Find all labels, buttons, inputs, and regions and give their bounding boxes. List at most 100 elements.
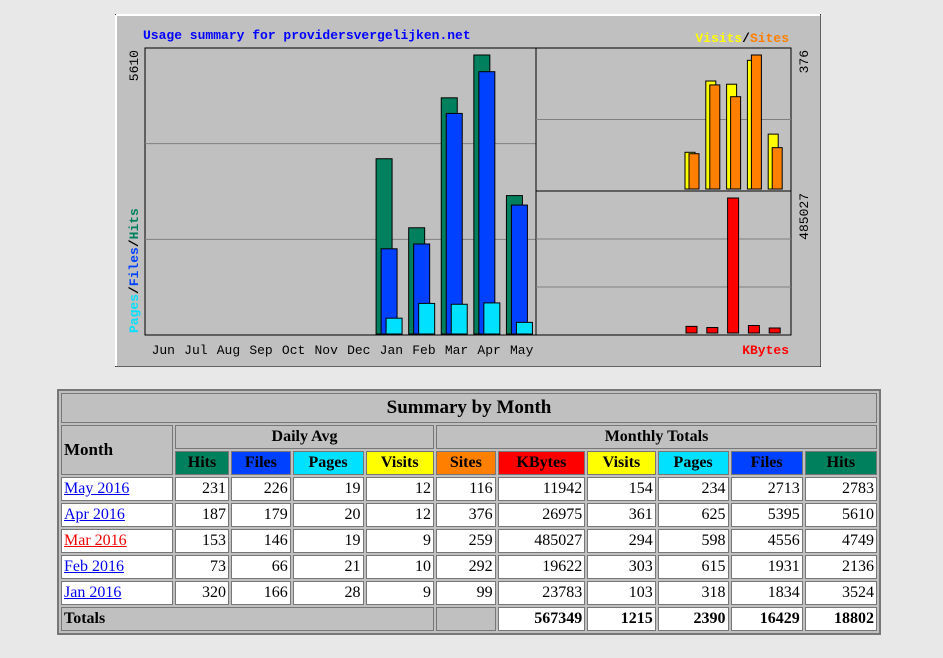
col-pages: Pages	[657, 451, 729, 475]
value-cell: 376	[436, 503, 496, 527]
value-cell: 19622	[497, 555, 586, 579]
legend-pages: Pages	[127, 294, 142, 333]
value-cell: 320	[174, 581, 230, 605]
col-kbytes: KBytes	[497, 451, 586, 475]
value-cell: 2713	[730, 477, 803, 501]
month-link[interactable]: Feb 2016	[64, 558, 124, 575]
value-cell: 20	[292, 503, 364, 527]
y-max-label-visits: 376	[797, 50, 812, 73]
legend-separator: /	[127, 239, 142, 247]
bar-sites-apr	[750, 54, 762, 190]
month-link[interactable]: Mar 2016	[64, 532, 127, 549]
value-cell: 166	[231, 581, 291, 605]
value-cell: 3524	[804, 581, 877, 605]
value-cell: 10	[365, 555, 434, 579]
value-cell: 292	[436, 555, 496, 579]
col-daily-visits: Visits	[365, 451, 434, 475]
value-cell: 1834	[730, 581, 803, 605]
bar-kbytes-feb	[706, 327, 719, 334]
value-cell: 179	[231, 503, 291, 527]
value-cell: 19	[292, 477, 364, 501]
col-daily-files: Files	[231, 451, 291, 475]
value-cell: 66	[231, 555, 291, 579]
summary-by-month-table: Summary by Month Month Daily Avg Monthly…	[57, 389, 881, 635]
col-files: Files	[730, 451, 803, 475]
col-daily-hits: Hits	[174, 451, 230, 475]
totals-row: Totals 567349 1215 2390 16429 18802	[61, 607, 877, 631]
table-row: Jan 2016 320 166 28 9 99 23783 103 318 1834 3524	[61, 581, 877, 605]
x-tick-feb: Feb	[412, 343, 435, 358]
value-cell: 153	[174, 529, 230, 553]
legend-pages-files-hits: Pages/Files/Hits	[127, 208, 142, 333]
panel-kbytes	[535, 190, 792, 336]
bar-sites-jan	[688, 153, 700, 190]
daily-avg-header: Daily Avg	[174, 425, 434, 449]
bar-files-mar	[445, 112, 463, 335]
month-link[interactable]: Jan 2016	[64, 584, 121, 601]
y-max-label-hits: 5610	[127, 50, 142, 81]
value-cell: 2783	[804, 477, 877, 501]
bar-pages-jan	[385, 317, 403, 335]
monthly-totals-header: Monthly Totals	[436, 425, 877, 449]
usage-chart: Usage summary for providersvergelijken.n…	[115, 14, 821, 367]
value-cell: 99	[436, 581, 496, 605]
table-row: Feb 2016 73 66 21 10 292 19622 303 615 1931 2136	[61, 555, 877, 579]
month-cell: Apr 2016	[61, 503, 173, 527]
bar-pages-apr	[483, 302, 501, 335]
bar-pages-mar	[450, 303, 468, 335]
column-header-row: Hits Files Pages Visits Sites KBytes Vis…	[61, 451, 877, 475]
value-cell: 9	[365, 581, 434, 605]
x-tick-aug: Aug	[217, 343, 240, 358]
value-cell: 73	[174, 555, 230, 579]
bar-sites-may	[771, 147, 783, 190]
x-tick-sep: Sep	[249, 343, 272, 358]
bar-pages-may	[515, 321, 533, 335]
value-cell: 625	[657, 503, 729, 527]
x-tick-jan: Jan	[380, 343, 403, 358]
value-cell: 12	[365, 477, 434, 501]
bar-files-apr	[478, 71, 496, 335]
month-link[interactable]: Apr 2016	[64, 506, 125, 523]
bar-kbytes-may	[768, 327, 781, 334]
value-cell: 1931	[730, 555, 803, 579]
month-link[interactable]: May 2016	[64, 480, 129, 497]
col-sites: Sites	[436, 451, 496, 475]
value-cell: 21	[292, 555, 364, 579]
x-tick-jun: Jun	[152, 343, 175, 358]
value-cell: 116	[436, 477, 496, 501]
totals-cell: 567349	[497, 607, 586, 631]
value-cell: 4556	[730, 529, 803, 553]
bar-kbytes-apr	[747, 324, 760, 334]
value-cell: 28	[292, 581, 364, 605]
value-cell: 11942	[497, 477, 586, 501]
value-cell: 19	[292, 529, 364, 553]
table-title: Summary by Month	[61, 393, 877, 423]
value-cell: 26975	[497, 503, 586, 527]
legend-visits-sites: Visits/Sites	[695, 31, 789, 46]
value-cell: 259	[436, 529, 496, 553]
x-tick-nov: Nov	[315, 343, 339, 358]
totals-cell: 18802	[804, 607, 877, 631]
value-cell: 226	[231, 477, 291, 501]
legend-separator: /	[127, 286, 142, 294]
value-cell: 5395	[730, 503, 803, 527]
col-visits: Visits	[587, 451, 656, 475]
value-cell: 12	[365, 503, 434, 527]
table-row: May 2016 231 226 19 12 116 11942 154 234 2713 2783	[61, 477, 877, 501]
value-cell: 615	[657, 555, 729, 579]
x-tick-may: May	[510, 343, 534, 358]
x-tick-oct: Oct	[282, 343, 305, 358]
totals-cell: 16429	[730, 607, 803, 631]
month-cell: Mar 2016	[61, 529, 173, 553]
legend-hits: Hits	[127, 208, 142, 239]
value-cell: 303	[587, 555, 656, 579]
table-row: Mar 2016 153 146 19 9 259 485027 294 598 4556 4749	[61, 529, 877, 553]
bar-sites-mar	[730, 96, 742, 190]
table-row: Apr 2016 187 179 20 12 376 26975 361 625 5395 5610	[61, 503, 877, 527]
usage-chart-svg: Usage summary for providersvergelijken.n…	[115, 14, 821, 367]
x-tick-dec: Dec	[347, 343, 370, 358]
value-cell: 9	[365, 529, 434, 553]
value-cell: 4749	[804, 529, 877, 553]
x-tick-apr: Apr	[477, 343, 500, 358]
bar-kbytes-jan	[685, 325, 698, 334]
